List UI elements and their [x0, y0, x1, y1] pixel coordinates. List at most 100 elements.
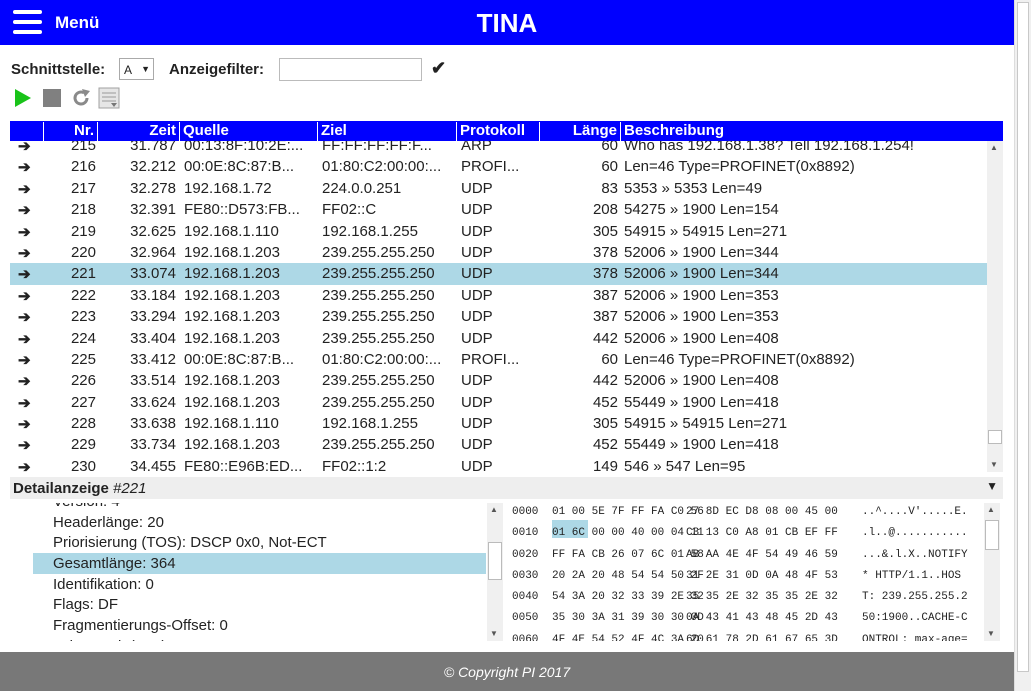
table-row[interactable]: ➔ 227 33.624 192.168.1.203 239.255.255.250 UD…: [10, 392, 987, 413]
column-header-zeit[interactable]: Zeit: [98, 122, 180, 141]
column-header-nr[interactable]: Nr.: [44, 122, 98, 141]
hex-bytes: 0A 43 41 43 48 45 2D 43: [686, 612, 838, 625]
cell-zeit: 34.455: [130, 457, 176, 472]
cell-ziel: FF:FF:FF:FF:F...: [322, 141, 432, 154]
page-scrollbar-thumb[interactable]: [1017, 2, 1029, 672]
hex-bytes: 35 30 3A 31 39 30 30 0D: [552, 612, 704, 625]
table-row[interactable]: ➔ 217 32.278 192.168.1.72 224.0.0.251 UDP 83 53…: [10, 178, 987, 199]
cell-nr: 217: [70, 179, 96, 197]
scroll-up-icon[interactable]: ▲: [490, 505, 498, 514]
tree-item[interactable]: Priorisierung (TOS): DSCP 0x0, Not-ECT: [33, 532, 486, 553]
table-row[interactable]: ➔ 221 33.074 192.168.1.203 239.255.255.250 UD…: [10, 263, 987, 285]
cell-quelle: 192.168.1.203: [184, 243, 280, 261]
hex-bytes: 4F 4E 54 52 4F 4C 3A 20: [552, 633, 704, 641]
column-header-protokoll[interactable]: Protokoll: [457, 122, 540, 141]
cell-protokoll: UDP: [461, 393, 493, 411]
cell-laenge: 305: [592, 222, 618, 240]
table-row[interactable]: ➔ 219 32.625 192.168.1.110 192.168.1.255 UDP 3…: [10, 221, 987, 242]
tree-item[interactable]: Version: 4: [33, 503, 486, 512]
hex-bytes: 01 6C 00 00 40 00 04 11: [552, 527, 704, 540]
scroll-up-icon[interactable]: ▲: [990, 143, 998, 152]
column-header-ziel[interactable]: Ziel: [318, 122, 457, 141]
cell-beschreibung: 52006 » 1900 Len=353: [624, 308, 779, 326]
table-row[interactable]: ➔ 230 34.455 FE80::E96B:ED... FF02::1:2 UDP 14…: [10, 456, 987, 472]
direction-arrow-icon: ➔: [18, 141, 31, 155]
hex-bytes: 6D 61 78 2D 61 67 65 3D: [686, 633, 838, 641]
hex-row: 0000 01 00 5E 7F FF FA C0 56 27 8D EC D8 0…: [512, 503, 984, 524]
direction-arrow-icon: ➔: [18, 373, 31, 391]
column-header-laenge[interactable]: Länge: [540, 122, 621, 141]
hex-bytes: 31 2E 31 0D 0A 48 4F 53: [686, 569, 838, 582]
cell-nr: 226: [70, 372, 96, 390]
table-row[interactable]: ➔ 228 33.638 192.168.1.110 192.168.1.255 UDP 3…: [10, 413, 987, 434]
hex-dump: 0000 01 00 5E 7F FF FA C0 56 27 8D EC D8 0…: [512, 503, 984, 641]
cell-ziel: FF02::C: [322, 201, 377, 219]
detail-panel-header[interactable]: Detailanzeige #221 ▼: [10, 477, 1003, 499]
hex-ascii: ...&.l.X..NOTIFY: [862, 548, 968, 561]
hex-dump-scrollbar[interactable]: ▲ ▼: [984, 503, 1000, 641]
hex-row: 0040 54 3A 20 32 33 39 2E 32 35 35 2E 32 3…: [512, 588, 984, 609]
cell-beschreibung: 54915 » 54915 Len=271: [624, 222, 788, 240]
table-row[interactable]: ➔ 225 33.412 00:0E:8C:87:B... 01:80:C2:00:00…: [10, 349, 987, 370]
packet-table-scrollbar-thumb[interactable]: [988, 430, 1002, 444]
column-header-quelle[interactable]: Quelle: [180, 122, 318, 141]
cell-beschreibung: 52006 » 1900 Len=344: [624, 243, 779, 261]
tree-item[interactable]: Lebenszeit (TTL): 4: [33, 636, 486, 641]
refresh-icon[interactable]: [70, 87, 92, 109]
cell-quelle: 192.168.1.72: [184, 179, 272, 197]
cell-zeit: 31.787: [130, 141, 176, 154]
cell-zeit: 32.278: [130, 179, 176, 197]
tree-item[interactable]: Flags: DF: [33, 594, 486, 615]
table-row[interactable]: ➔ 229 33.734 192.168.1.203 239.255.255.250 UD…: [10, 434, 987, 455]
table-row[interactable]: ➔ 220 32.964 192.168.1.203 239.255.255.250 UD…: [10, 242, 987, 263]
cell-nr: 224: [70, 329, 96, 347]
cell-laenge: 452: [592, 436, 618, 454]
cell-protokoll: PROFI...: [461, 158, 520, 176]
tree-item[interactable]: Fragmentierungs-Offset: 0: [33, 615, 486, 636]
table-row[interactable]: ➔ 223 33.294 192.168.1.203 239.255.255.250 UD…: [10, 306, 987, 327]
direction-arrow-icon: ➔: [18, 351, 31, 369]
table-row[interactable]: ➔ 224 33.404 192.168.1.203 239.255.255.250 UD…: [10, 328, 987, 349]
scroll-up-icon[interactable]: ▲: [987, 505, 995, 514]
hex-bytes: C3 13 C0 A8 01 CB EF FF: [686, 527, 838, 540]
cell-beschreibung: Len=46 Type=PROFINET(0x8892): [624, 350, 855, 368]
cell-nr: 218: [70, 201, 96, 219]
packet-table-scrollbar[interactable]: ▲ ▼: [987, 141, 1003, 472]
table-row[interactable]: ➔ 218 32.391 FE80::D573:FB... FF02::C UDP 208 5…: [10, 199, 987, 220]
table-row[interactable]: ➔ 215 31.787 00:13:8F:10:2E:... FF:FF:FF:FF:…: [10, 141, 987, 156]
table-row[interactable]: ➔ 226 33.514 192.168.1.203 239.255.255.250 UD…: [10, 370, 987, 391]
play-icon[interactable]: [12, 87, 34, 109]
hex-bytes: 20 2A 20 48 54 54 50 2F: [552, 569, 704, 582]
cell-protokoll: UDP: [461, 329, 493, 347]
table-row[interactable]: ➔ 216 32.212 00:0E:8C:87:B... 01:80:C2:00:00…: [10, 156, 987, 177]
interface-select[interactable]: A ▼: [119, 58, 154, 80]
page-scrollbar[interactable]: [1014, 0, 1031, 691]
direction-arrow-icon: ➔: [18, 244, 31, 262]
protocol-tree-scrollbar[interactable]: ▲ ▼: [487, 503, 503, 641]
check-icon[interactable]: ✔: [431, 58, 446, 79]
collapse-icon[interactable]: ▼: [986, 479, 998, 493]
display-filter-input[interactable]: [279, 58, 422, 81]
cell-nr: 219: [70, 222, 96, 240]
stop-icon[interactable]: [41, 87, 63, 109]
column-header-direction[interactable]: [10, 122, 44, 141]
tree-item[interactable]: Identifikation: 0: [33, 574, 486, 595]
table-row[interactable]: ➔ 222 33.184 192.168.1.203 239.255.255.250 UD…: [10, 285, 987, 306]
cell-ziel: 239.255.255.250: [322, 308, 435, 326]
scroll-down-icon[interactable]: ▼: [490, 629, 498, 638]
scroll-down-icon[interactable]: ▼: [987, 629, 995, 638]
cell-quelle: 192.168.1.110: [184, 222, 279, 240]
cell-beschreibung: 5353 » 5353 Len=49: [624, 179, 763, 197]
tree-item[interactable]: Headerlänge: 20: [33, 512, 486, 533]
scroll-down-icon[interactable]: ▼: [990, 460, 998, 469]
tree-item[interactable]: Gesamtlänge: 364: [33, 553, 486, 574]
cell-zeit: 32.964: [130, 243, 176, 261]
column-header-beschreibung[interactable]: Beschreibung: [621, 122, 1003, 141]
cell-laenge: 60: [601, 158, 618, 176]
cell-ziel: 239.255.255.250: [322, 372, 435, 390]
packet-table-header: Nr. Zeit Quelle Ziel Protokoll Länge Bes…: [10, 121, 1003, 141]
hex-dump-scrollbar-thumb[interactable]: [985, 520, 999, 550]
protocol-tree-scrollbar-thumb[interactable]: [488, 542, 502, 580]
cell-nr: 216: [70, 158, 96, 176]
save-icon[interactable]: [98, 87, 120, 109]
